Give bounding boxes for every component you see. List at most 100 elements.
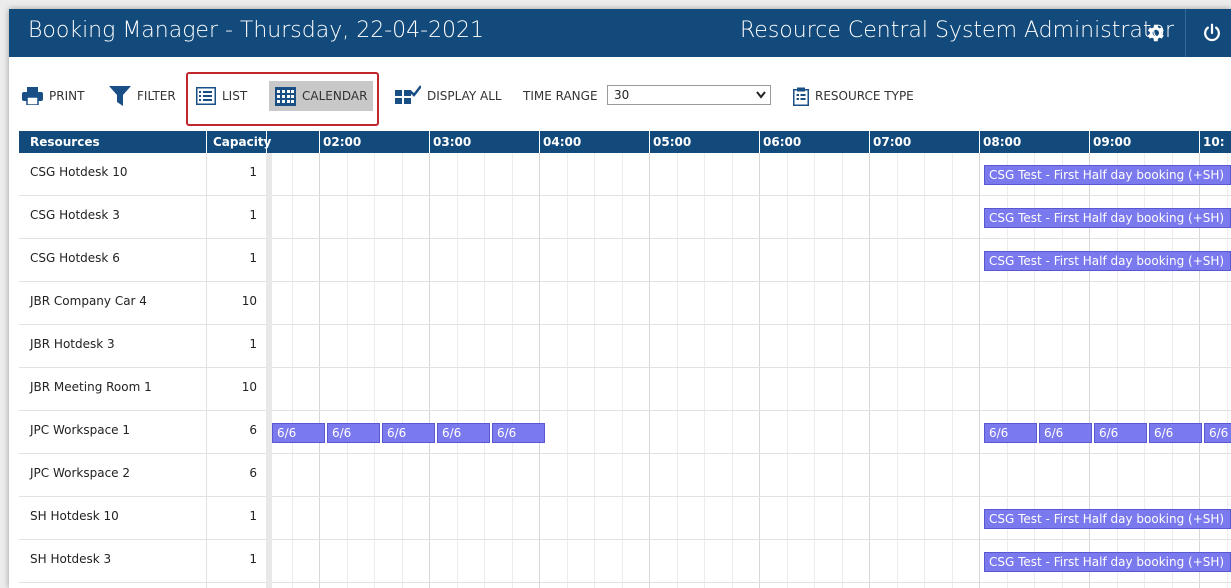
capacity-column-header[interactable]: Capacity <box>213 135 271 149</box>
power-icon[interactable] <box>1201 22 1223 44</box>
resource-name: CSG Hotdesk 10 <box>30 165 128 179</box>
grid-line <box>814 153 815 588</box>
view-toggle-highlight <box>186 72 379 126</box>
resource-row[interactable]: CSG Hotdesk 3 1 <box>19 196 266 239</box>
time-range-label: TIME RANGE <box>523 86 598 106</box>
hour-label-07: 07:00 <box>873 135 912 149</box>
display-all-label: DISPLAY ALL <box>427 89 502 103</box>
row-line <box>272 195 1231 196</box>
booking-block[interactable]: 6/6 <box>1039 423 1092 443</box>
grid-line <box>622 153 623 588</box>
grid-line <box>677 153 678 588</box>
title-divider <box>1185 9 1186 57</box>
resource-row[interactable]: CSG Hotdesk 6 1 <box>19 239 266 282</box>
grid-line <box>787 153 788 588</box>
header-separator <box>206 131 207 153</box>
grid-line <box>924 153 925 588</box>
filter-button[interactable]: FILTER <box>109 86 176 106</box>
resource-row[interactable]: JBR Meeting Room 1 10 <box>19 368 266 411</box>
resource-capacity: 1 <box>249 509 257 523</box>
resource-row[interactable]: SH Hotdesk 10 1 <box>19 497 266 540</box>
resource-name: CSG Hotdesk 6 <box>30 251 120 265</box>
filter-icon <box>109 86 131 106</box>
booking-block[interactable]: 6/6 <box>382 423 435 443</box>
resource-name: JPC Workspace 1 <box>30 423 131 437</box>
resource-name: JBR Hotdesk 3 <box>30 337 115 351</box>
grid-line <box>759 153 760 588</box>
booking-block[interactable]: CSG Test - First Half day booking (+SH) <box>984 251 1231 271</box>
booking-block[interactable]: CSG Test - First Half day booking (+SH) <box>984 552 1231 572</box>
grid-line <box>869 153 870 588</box>
grid-line <box>539 153 540 588</box>
booking-block[interactable]: 6/6 <box>327 423 380 443</box>
grid-line <box>429 153 430 588</box>
resources-column-header[interactable]: Resources <box>30 135 100 149</box>
booking-block[interactable]: 6/6 <box>984 423 1037 443</box>
time-range-value: 30 <box>614 88 630 102</box>
resource-capacity: 1 <box>249 337 257 351</box>
grid-header: Resources Capacity 02:00 03:00 04:00 05:… <box>19 131 1231 153</box>
row-line <box>272 410 1231 411</box>
booking-block[interactable]: 6/6 <box>1149 423 1202 443</box>
booking-block[interactable]: 6/6 <box>1204 423 1231 443</box>
grid-line <box>484 153 485 588</box>
grid-line <box>732 153 733 588</box>
grid-line <box>594 153 595 588</box>
hour-label-06: 06:00 <box>763 135 802 149</box>
header-separator <box>266 131 267 153</box>
booking-block[interactable]: 6/6 <box>272 423 325 443</box>
resource-row[interactable]: SH Hotdesk 3 1 <box>19 540 266 583</box>
resource-row[interactable]: JBR Company Car 4 10 <box>19 282 266 325</box>
row-line <box>272 367 1231 368</box>
resource-row[interactable]: JBR Hotdesk 3 1 <box>19 325 266 368</box>
resource-name: CSG Hotdesk 3 <box>30 208 120 222</box>
title-bar: Booking Manager - Thursday, 22-04-2021 R… <box>9 9 1231 57</box>
user-name[interactable]: Resource Central System Administrator <box>740 18 1174 43</box>
grid-line <box>292 153 293 588</box>
resource-row[interactable]: JPC Workspace 2 6 <box>19 454 266 497</box>
header-separator <box>759 131 760 153</box>
timeline-area[interactable]: CSG Test - First Half day booking (+SH) … <box>272 153 1231 588</box>
printer-icon <box>22 87 43 105</box>
gear-icon[interactable] <box>1144 22 1166 44</box>
grid-line <box>897 153 898 588</box>
filter-label: FILTER <box>137 89 176 103</box>
booking-block[interactable]: CSG Test - First Half day booking (+SH) <box>984 165 1231 185</box>
resource-capacity: 1 <box>249 208 257 222</box>
resource-row[interactable]: JPC Workspace 1 6 <box>19 411 266 454</box>
header-separator <box>319 131 320 153</box>
grid-line <box>567 153 568 588</box>
booking-block[interactable]: CSG Test - First Half day booking (+SH) <box>984 509 1231 529</box>
print-button[interactable]: PRINT <box>22 86 84 106</box>
booking-block[interactable]: CSG Test - First Half day booking (+SH) <box>984 208 1231 228</box>
resource-capacity: 10 <box>241 294 257 308</box>
grid-line <box>649 153 650 588</box>
resource-capacity: 10 <box>241 380 257 394</box>
resource-name: SH Hotdesk 3 <box>30 552 112 566</box>
display-all-icon <box>395 85 421 104</box>
print-label: PRINT <box>49 89 85 103</box>
resource-type-button[interactable]: RESOURCE TYPE <box>793 86 914 106</box>
grid-line <box>319 153 320 588</box>
row-line <box>272 496 1231 497</box>
resource-row[interactable]: CSG Hotdesk 10 1 <box>19 153 266 196</box>
display-all-button[interactable]: DISPLAY ALL <box>395 85 502 106</box>
hour-label-04: 04:00 <box>543 135 582 149</box>
row-line <box>272 582 1231 583</box>
capacity-column-divider <box>206 153 207 588</box>
resource-name: JBR Meeting Room 1 <box>30 380 152 394</box>
grid-line <box>842 153 843 588</box>
header-separator <box>1199 131 1200 153</box>
resource-name: SH Hotdesk 10 <box>30 509 119 523</box>
hour-label-09: 09:00 <box>1093 135 1132 149</box>
time-range-select[interactable]: 30 <box>607 85 771 105</box>
header-separator <box>1089 131 1090 153</box>
grid-line <box>704 153 705 588</box>
booking-block[interactable]: 6/6 <box>437 423 490 443</box>
booking-block[interactable]: 6/6 <box>492 423 545 443</box>
header-separator <box>649 131 650 153</box>
toolbar: PRINT FILTER LIST CALENDAR DISPLAY ALL T… <box>9 57 1231 131</box>
header-separator <box>539 131 540 153</box>
booking-block[interactable]: 6/6 <box>1094 423 1147 443</box>
row-line <box>272 324 1231 325</box>
